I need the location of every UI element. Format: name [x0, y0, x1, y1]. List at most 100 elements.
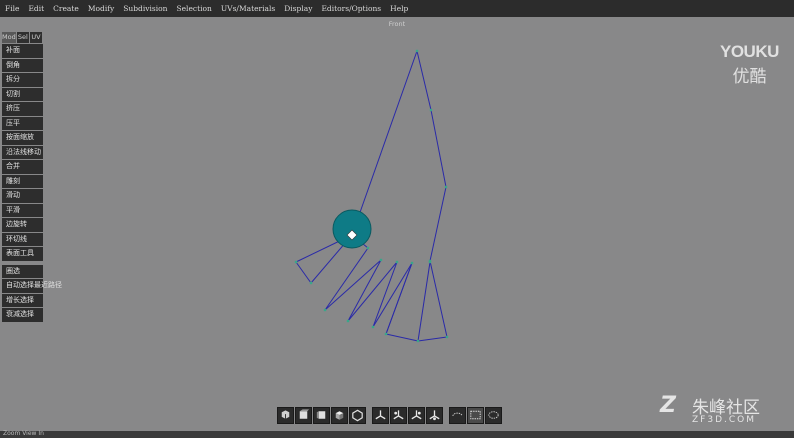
view-cube-button[interactable] [277, 406, 294, 424]
tool-button[interactable]: 沿法线移动 [2, 145, 43, 159]
tool-button[interactable]: 滑动 [2, 189, 43, 203]
top-view-button[interactable] [331, 406, 348, 424]
mesh-edge[interactable] [372, 261, 398, 328]
selection-tool-button[interactable]: 增长选择 [2, 293, 43, 307]
paint-select-icon [488, 411, 499, 419]
tab-uv[interactable]: UV [29, 32, 43, 43]
viewport-label: Front [388, 20, 406, 28]
view-cube-icon [281, 410, 290, 419]
mesh-vertex[interactable] [416, 339, 420, 343]
mesh-vertex[interactable] [371, 325, 375, 329]
paint-select-button[interactable] [485, 406, 502, 424]
axis-x-icon [375, 410, 386, 420]
lasso-select-button[interactable] [449, 406, 466, 424]
youku-logo-cjk: 优酷 [732, 67, 767, 87]
mesh-edge[interactable] [429, 186, 447, 262]
lasso-select-icon [452, 412, 463, 417]
menu-edit[interactable]: Edit [28, 4, 44, 13]
tool-button[interactable]: 挤压 [2, 102, 43, 116]
tool-button[interactable]: 表面工具 [2, 247, 43, 261]
front-view-icon [299, 409, 310, 419]
top-view-icon [335, 411, 344, 420]
mesh-vertex[interactable] [323, 308, 327, 312]
menu-selection[interactable]: Selection [176, 4, 211, 13]
mesh-vertex[interactable] [346, 319, 350, 323]
tool-button[interactable]: 压平 [2, 116, 43, 130]
tool-button[interactable]: 拆分 [2, 73, 43, 87]
side-panel: Mod Sel UV 补面 倒角 拆分 切割 挤压 压平 按面缩放 沿法线移动 合并 雕刻 滑动 平滑 边旋… [2, 32, 62, 323]
mesh-edge[interactable] [416, 50, 432, 111]
front-view-button[interactable] [295, 406, 312, 424]
side-view-button[interactable] [313, 406, 330, 424]
mesh-vertex[interactable] [444, 185, 448, 189]
selection-tool-button[interactable]: 圈选 [2, 264, 43, 278]
axis-x-button[interactable] [372, 406, 389, 424]
tool-button[interactable]: 合并 [2, 160, 43, 174]
menu-help[interactable]: Help [390, 4, 408, 13]
mesh-edge[interactable] [430, 109, 447, 188]
mesh-edge[interactable] [417, 261, 431, 342]
mesh-vertex[interactable] [366, 246, 370, 250]
mesh-edge[interactable] [347, 261, 398, 322]
perspective-view-button[interactable] [349, 406, 366, 424]
mesh-edge[interactable] [351, 50, 418, 236]
axis-all-button[interactable] [426, 406, 443, 424]
bottom-toolbar [277, 405, 503, 425]
mesh-edge[interactable] [429, 260, 448, 338]
mesh-edge[interactable] [295, 261, 312, 284]
tool-button[interactable]: 补面 [2, 44, 43, 58]
menu-modify[interactable]: Modify [88, 4, 114, 13]
brush-cursor [332, 209, 372, 249]
mesh-vertex[interactable] [410, 261, 414, 265]
menu-file[interactable]: File [5, 4, 19, 13]
mode-tabs: Mod Sel UV [2, 32, 43, 43]
mesh-wireframe[interactable] [294, 49, 449, 343]
rect-select-icon [470, 410, 481, 420]
tab-mod[interactable]: Mod [2, 32, 17, 43]
tool-button[interactable]: 环切线 [2, 232, 43, 246]
mesh-vertex[interactable] [309, 281, 313, 285]
rect-select-button[interactable] [467, 406, 484, 424]
axis-y-button[interactable] [390, 406, 407, 424]
youku-watermark: YOUKU 优酷 [720, 42, 779, 87]
tool-button[interactable]: 按面缩放 [2, 131, 43, 145]
menu-bar: File Edit Create Modify Subdivision Selection… [0, 0, 794, 17]
menu-display[interactable]: Display [284, 4, 312, 13]
mesh-vertex[interactable] [395, 260, 399, 264]
tool-button[interactable]: 雕刻 [2, 174, 43, 188]
axis-all-icon [429, 410, 440, 421]
menu-editors-options[interactable]: Editors/Options [321, 4, 381, 13]
mesh-edge[interactable] [324, 259, 382, 311]
axis-z-icon [411, 410, 422, 420]
zf3d-logo-url: ZF3D.COM [692, 415, 756, 425]
mesh-vertex[interactable] [294, 260, 298, 264]
mesh-vertex[interactable] [384, 332, 388, 336]
mesh-vertex[interactable] [445, 335, 449, 339]
status-text: Zoom View In [3, 430, 44, 437]
mesh-edge[interactable] [385, 333, 419, 342]
menu-uvs-materials[interactable]: UVs/Materials [221, 4, 275, 13]
zf3d-logo-icon: Z [660, 393, 676, 418]
mesh-vertex[interactable] [429, 108, 433, 112]
tab-sel[interactable]: Sel [16, 32, 30, 43]
viewport[interactable] [0, 0, 794, 438]
axis-y-icon [393, 410, 404, 420]
selection-tool-button[interactable]: 自动选择最近路径 [2, 279, 62, 293]
mesh-edge[interactable] [417, 336, 448, 342]
mesh-vertex[interactable] [379, 258, 383, 262]
tool-button[interactable]: 平滑 [2, 203, 43, 217]
menu-create[interactable]: Create [53, 4, 79, 13]
axis-z-button[interactable] [408, 406, 425, 424]
side-view-icon [316, 411, 326, 419]
tool-button[interactable]: 倒角 [2, 58, 43, 72]
selection-tool-button[interactable]: 衰减选择 [2, 308, 43, 322]
mesh-vertex[interactable] [428, 260, 432, 264]
tool-list: 补面 倒角 拆分 切割 挤压 压平 按面缩放 沿法线移动 合并 雕刻 滑动 平滑 边旋转 环切线 表面工具圈… [2, 44, 62, 322]
tool-button[interactable]: 边旋转 [2, 218, 43, 232]
status-bar: Zoom View In [0, 430, 794, 438]
perspective-view-icon [352, 409, 363, 422]
mesh-vertex[interactable] [415, 49, 419, 53]
mesh-edge[interactable] [324, 247, 369, 311]
tool-button[interactable]: 切割 [2, 87, 43, 101]
menu-subdivision[interactable]: Subdivision [123, 4, 167, 13]
